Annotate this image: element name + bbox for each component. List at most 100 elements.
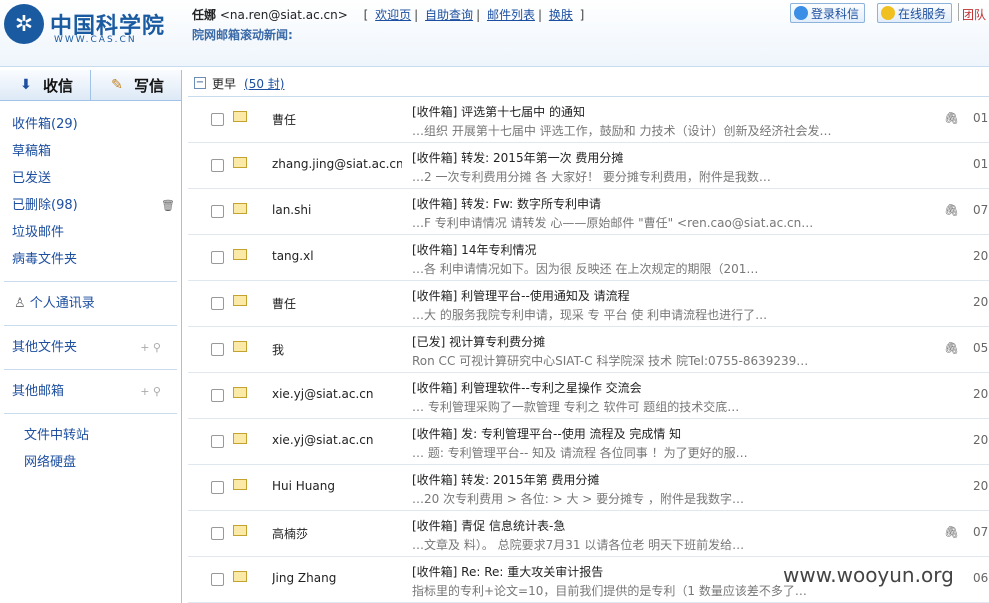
- message-subject[interactable]: [已发] 视计算专利费分摊: [412, 333, 917, 350]
- divider: [4, 281, 177, 282]
- row-checkbox[interactable]: [211, 481, 224, 494]
- row-checkbox[interactable]: [211, 251, 224, 264]
- message-subject[interactable]: [收件箱] 发: 专利管理平台--使用 流程及 完成情 知: [412, 425, 917, 442]
- message-row[interactable]: 高楠莎 [收件箱] 青促 信息统计表-急 …文章及 料）。 总院要求7月31 以请各…: [188, 511, 989, 557]
- net-disk-label: 网络硬盘: [24, 455, 77, 470]
- message-sender: xie.yj@siat.ac.cn: [272, 433, 374, 447]
- message-subject[interactable]: [收件箱] 评选第十七届中 的通知: [412, 103, 917, 120]
- sidebar-item-file-transfer[interactable]: 文件中转站: [0, 422, 181, 449]
- message-preview: … 专利管理采购了一款管理 专利之 软件可 题组的技术交底…: [412, 400, 740, 414]
- row-checkbox[interactable]: [211, 159, 224, 172]
- message-subject[interactable]: [收件箱] 利管理平台--使用通知及 请流程: [412, 287, 917, 304]
- sidebar-item-deleted[interactable]: 已删除(98) 🗑: [0, 192, 181, 219]
- message-row[interactable]: lan.shi [收件箱] 转发: Fw: 数字所专利申请 …F 专利申请情况 请转…: [188, 189, 989, 235]
- envelope-icon: [233, 387, 247, 398]
- message-sender: Jing Zhang: [272, 571, 337, 585]
- sidebar-item-drafts[interactable]: 草稿箱: [0, 138, 181, 165]
- row-checkbox[interactable]: [211, 343, 224, 356]
- add-folder-icon[interactable]: + ⚲: [140, 334, 161, 361]
- link-change-skin[interactable]: 换肤: [549, 8, 573, 22]
- envelope-icon: [233, 479, 247, 490]
- cas-logo-icon: ✲: [4, 4, 44, 44]
- message-row[interactable]: 曹任 [收件箱] 评选第十七届中 的通知 …组织 开展第十七届中 评选工作，鼓励和 …: [188, 97, 989, 143]
- message-row[interactable]: xie.yj@siat.ac.cn [收件箱] 发: 专利管理平台--使用 流程及…: [188, 419, 989, 465]
- message-date: 20: [973, 387, 989, 401]
- row-checkbox[interactable]: [211, 297, 224, 310]
- message-list: − 更早 (50 封) 曹任 [收件箱] 评选第十七届中 的通知 …组织 开展第十七…: [188, 70, 989, 603]
- receive-button[interactable]: ⬇ 收信: [0, 70, 91, 100]
- link-mail-list[interactable]: 邮件列表: [487, 8, 535, 22]
- message-date: 20: [973, 433, 989, 447]
- other-mailbox-label: 其他邮箱: [12, 384, 65, 399]
- message-row[interactable]: 我 [已发] 视计算专利费分摊 Ron CC 可视计算研究中心SIAT-C 科学院深…: [188, 327, 989, 373]
- team-link[interactable]: 团队: [962, 6, 986, 23]
- row-checkbox[interactable]: [211, 527, 224, 540]
- message-row[interactable]: xie.yj@siat.ac.cn [收件箱] 利管理软件--专利之星操作 交流会…: [188, 373, 989, 419]
- sidebar-item-net-disk[interactable]: 网络硬盘: [0, 449, 181, 476]
- message-preview: …F 专利申请情况 请转发 心——原始邮件 "曹任" <ren.cao@siat…: [412, 216, 814, 230]
- sidebar-item-inbox[interactable]: 收件箱(29): [0, 111, 181, 138]
- write-label: 写信: [133, 76, 164, 95]
- message-sender: 曹任: [272, 297, 297, 311]
- message-date: 05: [973, 341, 989, 355]
- message-subject[interactable]: [收件箱] 青促 信息统计表-急: [412, 517, 917, 534]
- login-kexin-button[interactable]: 登录科信: [790, 3, 866, 23]
- row-checkbox[interactable]: [211, 573, 224, 586]
- trash-icon[interactable]: 🗑: [161, 192, 175, 219]
- sidebar-item-other-mailbox[interactable]: 其他邮箱 + ⚲: [0, 378, 181, 405]
- brand-url: WWW.CAS.CN: [54, 35, 137, 45]
- sidebar-item-sent[interactable]: 已发送: [0, 165, 181, 192]
- message-date: 20: [973, 249, 989, 263]
- chat-icon: [881, 6, 895, 20]
- envelope-icon: [233, 249, 247, 260]
- user-info: 任娜 <na.ren@siat.ac.cn> [ 欢迎页 | 自助查询 | 邮件列表…: [192, 8, 585, 22]
- message-subject[interactable]: [收件箱] 利管理软件--专利之星操作 交流会: [412, 379, 917, 396]
- row-checkbox[interactable]: [211, 389, 224, 402]
- envelope-icon: [233, 433, 247, 444]
- sidebar-item-contacts[interactable]: ♙ 个人通讯录: [0, 290, 181, 317]
- message-rows: 曹任 [收件箱] 评选第十七届中 的通知 …组织 开展第十七届中 评选工作，鼓励和 …: [188, 97, 989, 603]
- collapse-icon[interactable]: −: [194, 77, 206, 89]
- kexin-icon: [794, 6, 808, 20]
- message-preview: …各 利申请情况如下。因为很 反映还 在上次规定的期限（201…: [412, 262, 759, 276]
- message-preview: …大 的服务我院专利申请，现采 专 平台 使 利申请流程也进行了…: [412, 308, 768, 322]
- message-sender: tang.xl: [272, 249, 314, 263]
- message-row[interactable]: tang.xl [收件箱] 14年专利情况 …各 利申请情况如下。因为很 反映还 在…: [188, 235, 989, 281]
- write-button[interactable]: ✎ 写信: [91, 70, 181, 100]
- login-kexin-label: 登录科信: [811, 6, 860, 21]
- link-welcome[interactable]: 欢迎页: [375, 8, 411, 22]
- sidebar-item-other-folders[interactable]: 其他文件夹 + ⚲: [0, 334, 181, 361]
- message-sender: Hui Huang: [272, 479, 335, 493]
- row-checkbox[interactable]: [211, 205, 224, 218]
- message-date: 20: [973, 295, 989, 309]
- row-checkbox[interactable]: [211, 435, 224, 448]
- envelope-icon: [233, 571, 247, 582]
- message-row[interactable]: zhang.jing@siat.ac.cn [收件箱] 转发: 2015年第一次 …: [188, 143, 989, 189]
- folder-label: 病毒文件夹: [12, 252, 78, 267]
- group-count[interactable]: (50 封): [244, 75, 284, 92]
- message-preview: Ron CC 可视计算研究中心SIAT-C 科学院深 技术 院Tel:0755-…: [412, 354, 809, 368]
- attachment-icon: 🖇: [944, 203, 960, 217]
- folder-label: 已删除(98): [12, 198, 78, 213]
- sidebar: ⬇ 收信 ✎ 写信 收件箱(29) 草稿箱 已发送 已删除(98) 🗑 垃圾邮件 …: [0, 70, 182, 603]
- add-mailbox-icon[interactable]: + ⚲: [140, 378, 161, 405]
- message-date: 01: [973, 111, 989, 125]
- message-subject[interactable]: [收件箱] 转发: 2015年第 费用分摊: [412, 471, 917, 488]
- user-name: 任娜: [192, 8, 217, 22]
- link-self-service[interactable]: 自助查询: [425, 8, 473, 22]
- online-service-button[interactable]: 在线服务: [877, 3, 953, 23]
- group-header[interactable]: − 更早 (50 封): [188, 70, 989, 97]
- message-row[interactable]: 曹任 [收件箱] 利管理平台--使用通知及 请流程 …大 的服务我院专利申请，现采 …: [188, 281, 989, 327]
- message-preview: … 题: 专利管理平台-- 知及 请流程 各位同事 ！为了更好的服…: [412, 446, 748, 460]
- divider: [4, 325, 177, 326]
- row-checkbox[interactable]: [211, 113, 224, 126]
- sidebar-item-virus[interactable]: 病毒文件夹: [0, 246, 181, 273]
- sidebar-item-spam[interactable]: 垃圾邮件: [0, 219, 181, 246]
- file-transfer-label: 文件中转站: [24, 428, 90, 443]
- message-subject[interactable]: [收件箱] 转发: 2015年第一次 费用分摊: [412, 149, 917, 166]
- message-subject[interactable]: [收件箱] 14年专利情况: [412, 241, 917, 258]
- message-row[interactable]: Hui Huang [收件箱] 转发: 2015年第 费用分摊 …20 次专利费用 …: [188, 465, 989, 511]
- message-preview: …20 次专利费用 > 各位: > 大 > 要分摊专 ，附件是我数字…: [412, 492, 744, 506]
- message-preview: …组织 开展第十七届中 评选工作，鼓励和 力技术（设计）创新及经济社会发…: [412, 124, 832, 138]
- message-subject[interactable]: [收件箱] 转发: Fw: 数字所专利申请: [412, 195, 917, 212]
